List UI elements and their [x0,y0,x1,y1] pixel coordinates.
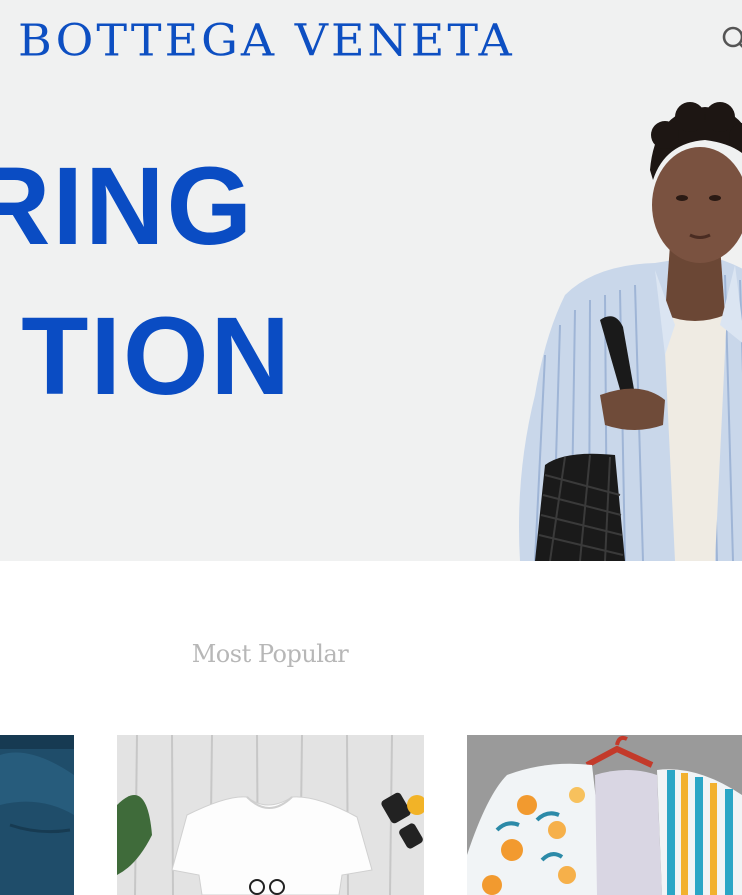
hero-banner[interactable]: BOTTEGA VENETA RING TION [0,0,742,561]
product-card-denim[interactable] [0,735,74,895]
product-card-floral-shirt[interactable] [467,735,742,895]
model-photo [505,95,742,561]
white-tshirt-photo [117,735,424,895]
search-icon[interactable] [720,24,742,54]
brand-logo[interactable]: BOTTEGA VENETA [18,12,515,69]
hero-headline-line-1: RING [0,152,254,262]
product-card-white-tshirt[interactable] [117,735,424,895]
denim-shirt-photo [0,735,74,895]
section-title-most-popular: Most Popular [0,640,540,668]
floral-shirt-photo [467,735,742,895]
hero-headline-line-2: TION [21,302,292,412]
